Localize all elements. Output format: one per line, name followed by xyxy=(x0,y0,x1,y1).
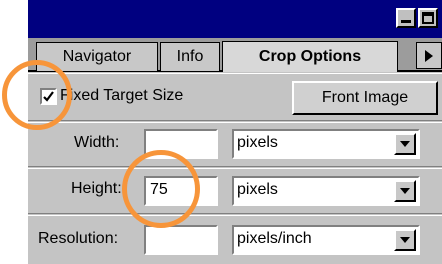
height-row: Height: 75 pixels xyxy=(28,168,442,214)
resolution-row: Resolution: pixels/inch xyxy=(28,215,442,264)
height-label: Height: xyxy=(71,180,122,197)
maximize-button[interactable] xyxy=(418,8,438,28)
width-unit-value: pixels xyxy=(237,134,278,151)
height-unit-dropdown-button[interactable] xyxy=(394,180,416,202)
chevron-down-icon xyxy=(400,237,410,243)
resolution-unit-dropdown-button[interactable] xyxy=(394,229,416,251)
tab-navigator-label: Navigator xyxy=(62,48,132,65)
front-image-button-label: Front Image xyxy=(321,89,409,106)
tab-info[interactable]: Info xyxy=(160,42,220,71)
width-row: Width: pixels xyxy=(28,122,442,167)
tab-scroll-button[interactable] xyxy=(416,42,442,69)
tab-info-label: Info xyxy=(176,48,204,65)
front-image-button[interactable]: Front Image xyxy=(292,81,438,115)
tab-crop-options-label: Crop Options xyxy=(258,48,362,65)
resolution-unit-value: pixels/inch xyxy=(237,230,312,247)
palette-title-bar[interactable] xyxy=(28,0,442,38)
tab-crop-options[interactable]: Crop Options xyxy=(222,41,398,72)
resolution-field[interactable] xyxy=(144,225,218,255)
resolution-unit-select[interactable]: pixels/inch xyxy=(232,225,420,255)
height-unit-value: pixels xyxy=(237,181,278,198)
width-label: Width: xyxy=(74,134,120,151)
chevron-down-icon xyxy=(400,141,410,147)
highlight-circle-checkbox xyxy=(2,60,72,130)
resolution-label: Resolution: xyxy=(38,230,119,247)
window-buttons xyxy=(396,8,438,28)
crop-options-palette: Navigator Info Crop Options Fixed Target… xyxy=(0,0,442,264)
triangle-right-icon xyxy=(425,49,433,62)
minimize-icon xyxy=(401,20,411,23)
highlight-circle-height xyxy=(122,150,200,228)
fixed-target-size-row: Fixed Target Size Front Image xyxy=(28,73,442,121)
tab-strip: Navigator Info Crop Options xyxy=(28,38,442,72)
fixed-target-size-label: Fixed Target Size xyxy=(60,87,184,104)
minimize-button[interactable] xyxy=(396,8,416,28)
width-unit-select[interactable]: pixels xyxy=(232,129,420,159)
width-unit-dropdown-button[interactable] xyxy=(394,133,416,155)
chevron-down-icon xyxy=(400,188,410,194)
maximize-icon xyxy=(422,12,434,24)
height-unit-select[interactable]: pixels xyxy=(232,176,420,206)
